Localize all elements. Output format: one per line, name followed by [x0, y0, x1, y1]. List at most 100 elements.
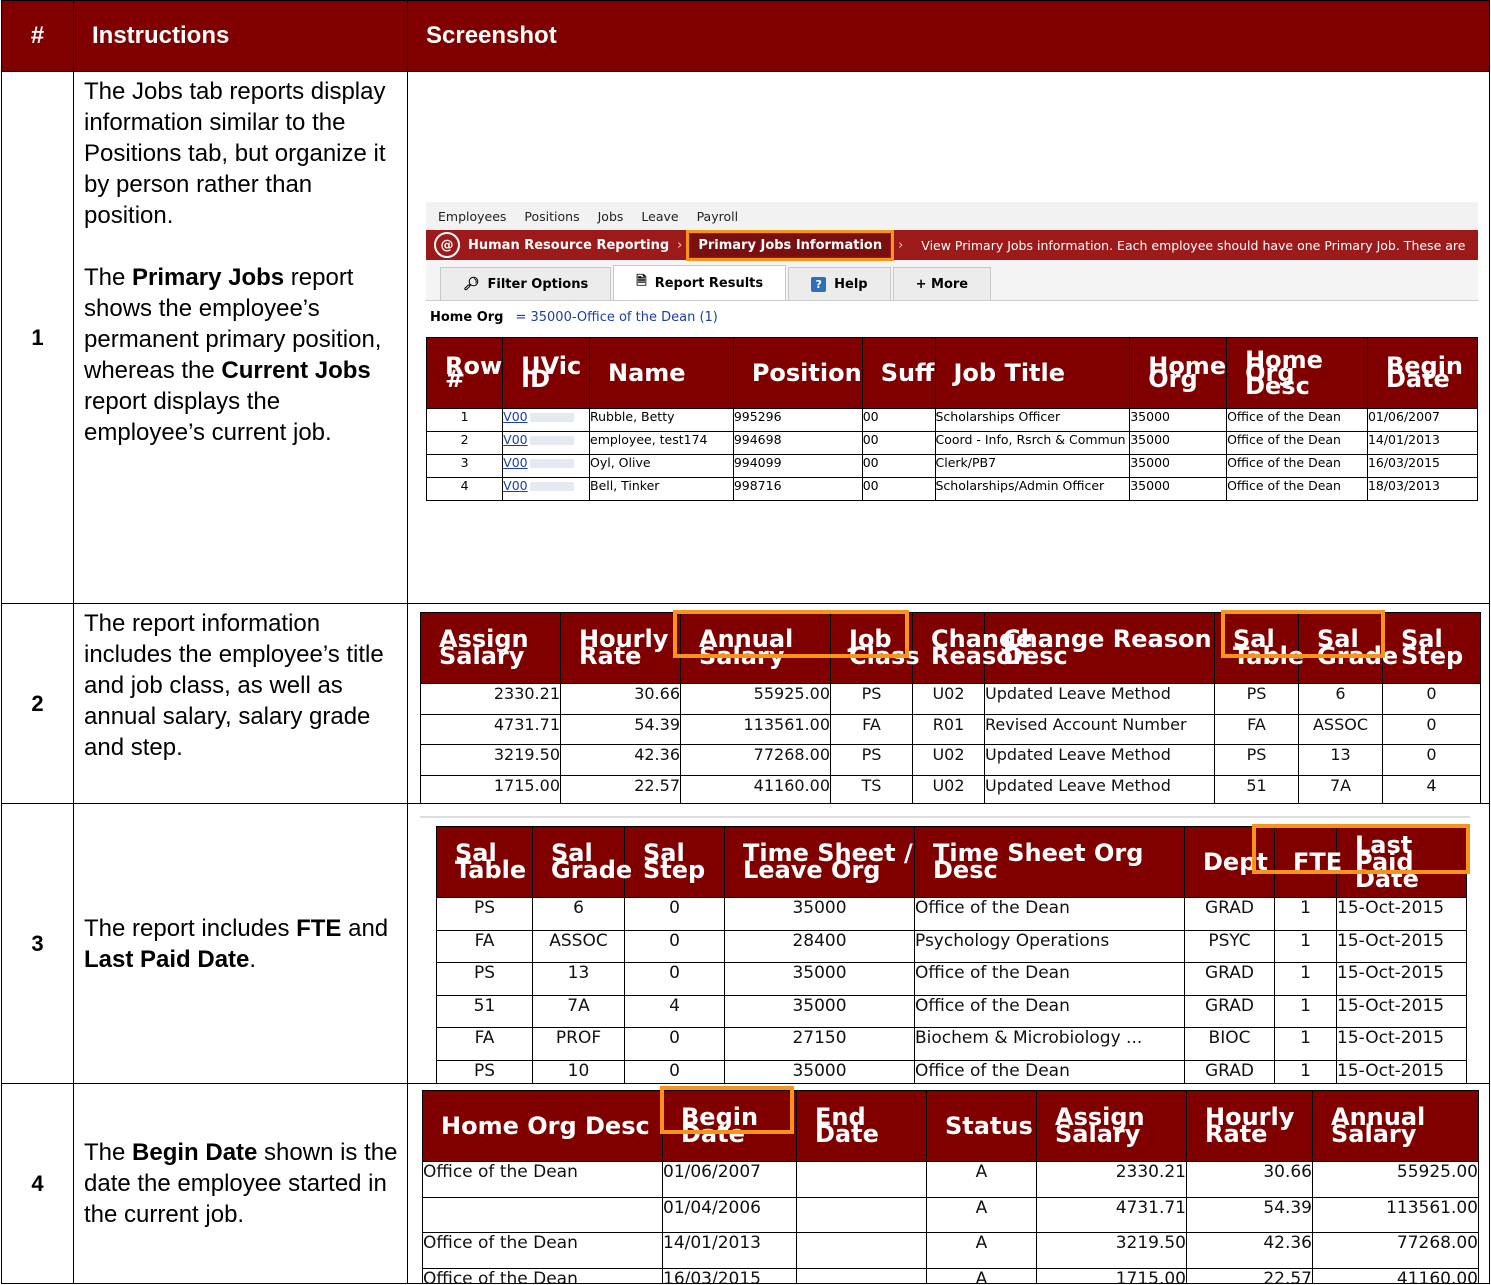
step-screenshot: Assign Salary Hourly Rate Annual Salary Job…: [407, 603, 1490, 804]
column-header[interactable]: UVic ID: [502, 337, 590, 409]
tab-filter-options[interactable]: 🔎︎ Filter Options: [440, 267, 612, 300]
menu-item-positions[interactable]: Positions: [524, 209, 579, 224]
table-cell: 6: [532, 897, 625, 931]
table-cell: PS: [830, 744, 913, 776]
step-row-3: 3 The report includes FTE and Last Paid …: [1, 803, 1490, 1084]
table-cell: PS: [436, 897, 533, 931]
column-header[interactable]: Sal Table: [436, 826, 533, 898]
tab-report-results[interactable]: 🗎 Report Results: [613, 265, 787, 300]
table-cell: Biochem & Microbiology ...: [914, 1027, 1185, 1061]
instr-paragraph: The report information includes the empl…: [84, 610, 384, 761]
table-cell: 00: [861, 408, 936, 432]
menu-item-payroll[interactable]: Payroll: [697, 209, 739, 224]
column-header[interactable]: Time Sheet / Leave Org: [724, 826, 915, 898]
column-header[interactable]: Time Sheet Org Desc: [914, 826, 1185, 898]
table-cell: 30.66: [560, 683, 681, 715]
table-cell: 4: [1382, 774, 1481, 803]
column-header[interactable]: Job Class: [830, 612, 920, 684]
column-header[interactable]: Annual Salary: [1312, 1090, 1479, 1162]
column-header[interactable]: Change Reason: [912, 612, 1032, 684]
table-row: 2 V00 employee, test174 994698 00 Coord - Inf…: [425, 431, 1479, 455]
column-header[interactable]: Status: [926, 1090, 1037, 1162]
table-cell: 2: [425, 431, 504, 455]
menu-item-jobs[interactable]: Jobs: [598, 209, 624, 224]
table-cell: 51: [436, 994, 533, 1029]
table-cell: 10: [532, 1059, 625, 1083]
uvic-id-link[interactable]: V00: [503, 478, 527, 493]
column-header[interactable]: Assign Salary: [420, 612, 561, 684]
table-cell: U02: [912, 744, 985, 776]
table-cell: A: [926, 1161, 1037, 1198]
table-cell: 01/04/2006: [662, 1196, 797, 1233]
table-cell: TS: [830, 774, 913, 803]
table-row: 3 V00 Oyl, Olive 994099 00 Clerk/PB7 35000 Offi…: [425, 454, 1479, 478]
column-header[interactable]: Hourly Rate: [560, 612, 681, 684]
column-header[interactable]: Sal Grade: [1298, 612, 1398, 684]
column-header[interactable]: Job Title: [934, 337, 1131, 409]
instr-paragraph: The report includes FTE and Last Paid Da…: [84, 914, 389, 973]
table-cell: Office of the Dean: [914, 962, 1185, 996]
table-cell: 01/06/2007: [662, 1161, 797, 1198]
column-header[interactable]: Hourly Rate: [1186, 1090, 1313, 1162]
table-row: 3219.50 42.36 77268.00 PS U02 Updated Leave M…: [420, 744, 1481, 776]
table-cell: 00: [861, 431, 936, 455]
report-description: View Primary Jobs information. Each empl…: [921, 237, 1466, 253]
table-cell: 2330.21: [1036, 1161, 1187, 1198]
table-cell: 1: [1274, 994, 1337, 1029]
column-header[interactable]: Home Org: [1129, 337, 1228, 409]
table-cell: 22.57: [560, 774, 681, 803]
table-cell: Bell, Tinker: [589, 477, 734, 501]
tab-more[interactable]: + More: [892, 267, 992, 300]
uvic-id-link[interactable]: V00: [503, 409, 527, 424]
instructions-table: # Instructions Screenshot 1 The Jobs tab…: [1, 0, 1490, 1284]
menu-item-employees[interactable]: Employees: [438, 209, 506, 224]
table-header-row: Sal Table Sal Grade Sal Step Time Sheet / L…: [436, 826, 1467, 898]
column-header[interactable]: Home Org Desc: [1226, 337, 1368, 409]
column-header[interactable]: End Date: [796, 1090, 927, 1162]
table-cell: FA: [436, 1027, 533, 1061]
column-header[interactable]: Assign Salary: [1036, 1090, 1187, 1162]
table-cell: 994099: [732, 454, 863, 478]
table-cell: GRAD: [1184, 1059, 1275, 1083]
table-cell: 15-Oct-2015: [1336, 897, 1467, 931]
table-cell: 54.39: [1186, 1196, 1313, 1233]
table-cell: 51: [1214, 774, 1299, 803]
table-cell: 1: [1274, 1027, 1337, 1061]
table-cell: Office of the Dean: [422, 1161, 663, 1198]
column-header[interactable]: Last Paid Date: [1336, 826, 1467, 898]
column-header[interactable]: Name: [589, 337, 734, 409]
tab-help[interactable]: ? Help: [788, 267, 891, 300]
column-header[interactable]: Begin Date: [662, 1090, 797, 1162]
uvic-id-link[interactable]: V00: [503, 432, 527, 447]
column-header[interactable]: Suff: [861, 337, 936, 409]
table-cell: [796, 1161, 927, 1198]
table-row: 51 7A 4 35000 Office of the Dean GRAD 1 15-Oct-…: [436, 994, 1467, 1029]
step-screenshot: Employees Positions Jobs Leave Payroll @…: [407, 71, 1490, 604]
column-header[interactable]: Change Reason Desc: [984, 612, 1215, 684]
table-header-row: Row # UVic ID Name Position Suff Job Title Hom…: [425, 337, 1479, 409]
column-header[interactable]: Sal Grade: [532, 826, 632, 898]
menu-item-leave[interactable]: Leave: [641, 209, 678, 224]
table-cell: 1: [1274, 1059, 1337, 1083]
uvic-id-link[interactable]: V00: [503, 455, 527, 470]
table-cell: 2330.21: [420, 683, 561, 715]
redacted-id: [529, 482, 574, 491]
table-cell: 1715.00: [1036, 1267, 1187, 1283]
column-header[interactable]: Position: [732, 337, 863, 409]
column-header[interactable]: FTE: [1274, 826, 1342, 898]
filter-label: Home Org: [430, 309, 504, 325]
column-header[interactable]: Dept: [1184, 826, 1275, 898]
table-cell: V00: [502, 408, 590, 432]
column-header[interactable]: Row #: [425, 337, 504, 409]
column-header[interactable]: Home Org Desc: [422, 1090, 663, 1162]
table-cell: 7A: [532, 994, 625, 1029]
table-cell: 22.57: [1186, 1267, 1313, 1283]
breadcrumb-primary-jobs[interactable]: Primary Jobs Information: [686, 229, 895, 261]
column-header[interactable]: Sal Table: [1214, 612, 1304, 684]
filter-value[interactable]: = 35000-Office of the Dean (1): [515, 310, 717, 325]
column-header[interactable]: Annual Salary: [680, 612, 831, 684]
column-header[interactable]: Begin Date: [1366, 337, 1479, 409]
step-instructions: The Begin Date shown is the date the emp…: [73, 1083, 408, 1284]
column-header[interactable]: Sal Step: [624, 826, 725, 898]
report-tabs: 🔎︎ Filter Options 🗎 Report Results ? Help +…: [426, 260, 1478, 301]
